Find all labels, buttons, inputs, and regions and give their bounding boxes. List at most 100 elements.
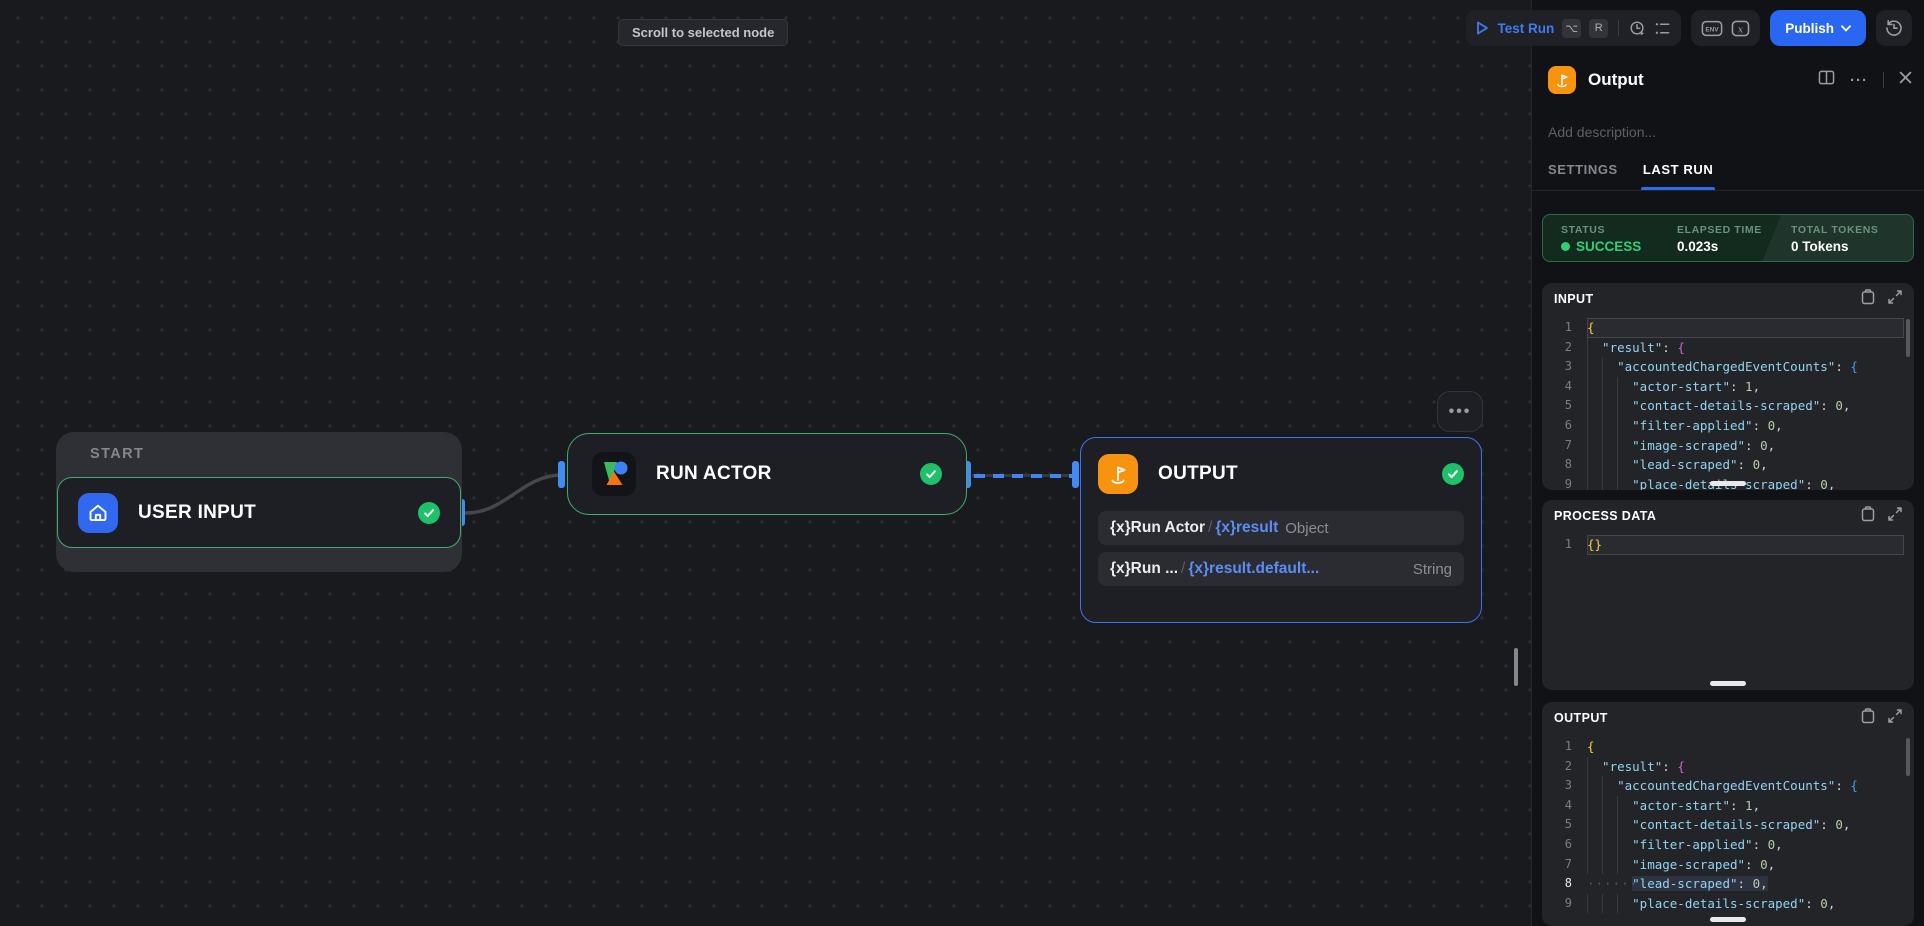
toolbar-divider (1618, 20, 1619, 36)
chevron-down-icon (1841, 25, 1851, 32)
input-code-editor[interactable]: 1{2"result": {3"accountedChargedEventCou… (1542, 315, 1914, 490)
tab-settings[interactable]: SETTINGS (1548, 152, 1618, 190)
panel-title: Output (1588, 70, 1644, 90)
code-line: 4"actor-start": 1, (1542, 377, 1914, 397)
panel-more-options-button[interactable]: ··· (1850, 72, 1868, 89)
history-button[interactable] (1876, 10, 1912, 46)
env-icon[interactable]: ENV (1701, 20, 1723, 37)
node-title: RUN ACTOR (656, 463, 772, 485)
output-section-title: OUTPUT (1554, 711, 1608, 725)
code-line: 6"filter-applied": 0, (1542, 835, 1914, 855)
code-line: 1{ (1542, 737, 1914, 757)
node-title: USER INPUT (138, 502, 256, 524)
workflow-canvas[interactable]: Scroll to selected node START USER INPUT (0, 0, 1531, 926)
success-check-icon (1442, 463, 1464, 485)
edge-userinput-runactor (466, 475, 562, 513)
node-run-actor[interactable]: RUN ACTOR (567, 433, 967, 515)
description-placeholder[interactable]: Add description... (1548, 124, 1656, 140)
panel-tabs: SETTINGS LAST RUN (1548, 152, 1713, 190)
publish-button[interactable]: Publish (1770, 10, 1866, 46)
code-line: 3"accountedChargedEventCounts": { (1542, 776, 1914, 796)
code-line: 7"image-scraped": 0, (1542, 855, 1914, 875)
expand-icon[interactable] (1888, 290, 1902, 309)
test-run-group: Test Run ⌥ R (1466, 10, 1681, 46)
node-output[interactable]: OUTPUT {x}Run Actor/{x}resultObject{x}Ru… (1080, 437, 1482, 623)
test-run-button[interactable]: Test Run (1497, 21, 1554, 36)
total-tokens-label: TOTAL TOKENS (1791, 224, 1913, 236)
tabs-divider (1532, 190, 1924, 191)
code-line: 6"filter-applied": 0, (1542, 416, 1914, 436)
start-group-label: START (90, 446, 144, 462)
svg-text:x: x (1738, 24, 1744, 35)
run-status-card: STATUS SUCCESS ELAPSED TIME 0.023s TOTAL… (1542, 214, 1914, 262)
input-section-title: INPUT (1554, 292, 1594, 306)
code-line: 7"image-scraped": 0, (1542, 436, 1914, 456)
code-line: 3"accountedChargedEventCounts": { (1542, 357, 1914, 377)
code-scrollbar[interactable] (1906, 738, 1910, 776)
run-options-icon[interactable] (1654, 21, 1671, 36)
success-check-icon (418, 502, 440, 524)
code-line: 8······"lead-scraped": 0, (1542, 874, 1914, 894)
status-label: STATUS (1561, 224, 1677, 236)
code-line: 2"result": { (1542, 338, 1914, 358)
code-line: 2"result": { (1542, 757, 1914, 777)
code-line: 4"actor-start": 1, (1542, 796, 1914, 816)
node-more-options-button[interactable]: ••• (1437, 391, 1483, 432)
status-value: SUCCESS (1561, 239, 1677, 254)
scheduled-run-icon[interactable] (1629, 20, 1646, 37)
top-toolbar: Test Run ⌥ R EN (1466, 10, 1912, 46)
output-mapping-row[interactable]: {x}Run Actor/{x}resultObject (1098, 511, 1464, 545)
process-data-code-editor[interactable]: 1{} (1542, 532, 1914, 555)
code-line: 8"lead-scraped": 0, (1542, 455, 1914, 475)
shortcut-option-key: ⌥ (1562, 19, 1581, 38)
panel-header: Output ··· (1548, 60, 1912, 100)
total-tokens-value: 0 Tokens (1791, 239, 1913, 254)
output-mapping-row[interactable]: {x}Run .../{x}result.default...String (1098, 552, 1464, 586)
node-title: OUTPUT (1158, 463, 1238, 485)
section-resize-handle[interactable] (1710, 681, 1746, 686)
output-section: OUTPUT 1{2"result": {3"accountedChargedE… (1542, 702, 1914, 926)
output-input-handle[interactable] (1072, 461, 1079, 488)
node-user-input[interactable]: USER INPUT (57, 477, 461, 548)
section-resize-handle[interactable] (1710, 917, 1746, 922)
history-icon (1885, 19, 1903, 37)
variables-icon[interactable]: x (1731, 20, 1750, 37)
copy-icon[interactable] (1861, 289, 1875, 310)
code-scrollbar[interactable] (1906, 319, 1910, 357)
status-dot-icon (1561, 242, 1570, 251)
workflow-builder-app: Scroll to selected node START USER INPUT (0, 0, 1924, 926)
split-view-icon[interactable] (1818, 70, 1835, 90)
play-icon[interactable] (1476, 21, 1489, 35)
process-data-section-title: PROCESS DATA (1554, 509, 1656, 523)
apify-actor-icon (592, 452, 636, 496)
output-code-editor[interactable]: 1{2"result": {3"accountedChargedEventCou… (1542, 734, 1914, 913)
code-line: 9"place-details-scraped": 0, (1542, 894, 1914, 914)
runactor-input-handle[interactable] (558, 461, 565, 488)
svg-text:ENV: ENV (1706, 26, 1720, 33)
copy-icon[interactable] (1861, 506, 1875, 527)
panel-header-divider (1883, 72, 1884, 88)
output-flag-icon (1548, 66, 1576, 94)
env-variables-group: ENV x (1691, 10, 1760, 46)
code-line: 1{} (1542, 535, 1914, 555)
canvas-vertical-scrollbar[interactable] (1514, 648, 1518, 686)
node-detail-panel: Output ··· Add description... SETTINGS L… (1531, 0, 1924, 926)
output-flag-icon (1098, 454, 1138, 494)
shortcut-r-key: R (1589, 19, 1608, 38)
elapsed-time-value: 0.023s (1677, 239, 1791, 254)
close-icon[interactable] (1899, 71, 1912, 89)
input-section: INPUT 1{2"result": {3"accountedChargedEv… (1542, 283, 1914, 490)
success-check-icon (920, 463, 942, 485)
copy-icon[interactable] (1861, 708, 1875, 729)
code-line: 1{ (1542, 318, 1914, 338)
expand-icon[interactable] (1888, 507, 1902, 526)
home-icon (78, 493, 118, 533)
expand-icon[interactable] (1888, 709, 1902, 728)
code-line: 5"contact-details-scraped": 0, (1542, 396, 1914, 416)
process-data-section: PROCESS DATA 1{} (1542, 500, 1914, 690)
tab-last-run[interactable]: LAST RUN (1643, 152, 1714, 190)
scroll-to-selected-node-button[interactable]: Scroll to selected node (618, 19, 788, 46)
edge-runactor-output (974, 474, 1074, 478)
section-resize-handle[interactable] (1710, 481, 1746, 486)
output-mapping-rows: {x}Run Actor/{x}resultObject {x}Run .../{… (1098, 511, 1464, 586)
